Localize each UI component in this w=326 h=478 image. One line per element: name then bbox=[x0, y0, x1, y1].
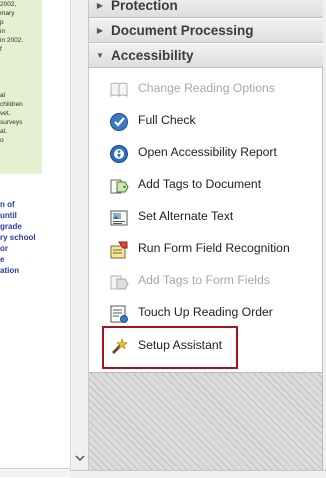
doc-text-line: al bbox=[0, 92, 6, 99]
doc-link-line[interactable]: ation bbox=[0, 265, 70, 276]
tool-touch-up-reading-order[interactable]: Touch Up Reading Order bbox=[89, 299, 323, 327]
form-field-icon bbox=[109, 240, 129, 260]
doc-link-line[interactable]: n of bbox=[0, 199, 70, 210]
tool-label: Change Reading Options bbox=[138, 81, 275, 95]
empty-panel-area bbox=[89, 372, 322, 471]
doc-text-line: o bbox=[0, 137, 4, 144]
doc-text-line: 2002, bbox=[0, 1, 17, 8]
doc-text-line: f bbox=[0, 46, 2, 53]
tools-panel: ▶ Protection ▶ Document Processing ▼ Acc… bbox=[89, 0, 323, 471]
check-shield-icon bbox=[109, 112, 129, 132]
accessibility-report-icon bbox=[109, 144, 129, 164]
doc-text-line: al. bbox=[0, 128, 7, 135]
tool-label: Set Alternate Text bbox=[138, 209, 234, 223]
tool-open-accessibility-report[interactable]: Open Accessibility Report bbox=[89, 139, 323, 167]
tool-set-alternate-text[interactable]: Set Alternate Text bbox=[89, 203, 323, 231]
chevron-down-icon: ▼ bbox=[96, 51, 104, 60]
doc-text-line: vet, bbox=[0, 110, 11, 117]
doc-text-line: surveys bbox=[0, 119, 23, 126]
highlight-box bbox=[102, 326, 238, 369]
tool-label: Run Form Field Recognition bbox=[138, 241, 290, 255]
section-header-accessibility[interactable]: ▼ Accessibility bbox=[89, 43, 323, 68]
tool-change-reading-options[interactable]: Change Reading Options bbox=[89, 75, 323, 103]
tool-full-check[interactable]: Full Check bbox=[89, 107, 323, 135]
tool-run-form-field-recognition[interactable]: Run Form Field Recognition bbox=[89, 235, 323, 263]
tool-label: Add Tags to Form Fields bbox=[138, 273, 270, 287]
form-tag-icon bbox=[109, 272, 129, 292]
chevron-right-icon: ▶ bbox=[96, 1, 104, 10]
tool-add-tags-to-form-fields[interactable]: Add Tags to Form Fields bbox=[89, 267, 323, 295]
doc-link-line[interactable]: grade bbox=[0, 221, 70, 232]
tool-label: Open Accessibility Report bbox=[138, 145, 277, 159]
section-header-document-processing[interactable]: ▶ Document Processing bbox=[89, 18, 323, 43]
doc-text-line: p bbox=[0, 19, 4, 26]
section-title: Accessibility bbox=[111, 48, 194, 63]
tool-add-tags-to-document[interactable]: Add Tags to Document bbox=[89, 171, 323, 199]
section-title: Protection bbox=[111, 0, 178, 13]
section-title: Document Processing bbox=[111, 23, 254, 38]
doc-text-line: mary bbox=[0, 10, 15, 17]
vertical-scrollbar[interactable] bbox=[70, 0, 89, 470]
tool-label: Touch Up Reading Order bbox=[138, 305, 273, 319]
book-icon bbox=[109, 80, 129, 100]
chevron-right-icon: ▶ bbox=[96, 26, 104, 35]
doc-footer-strip bbox=[0, 468, 70, 477]
doc-link-line[interactable]: until bbox=[0, 210, 70, 221]
doc-link-line[interactable]: e bbox=[0, 254, 70, 265]
doc-text-line: in bbox=[0, 28, 6, 35]
section-header-protection[interactable]: ▶ Protection bbox=[89, 0, 323, 18]
doc-text-line: in 2002. bbox=[0, 37, 24, 44]
doc-link-line[interactable]: or bbox=[0, 243, 70, 254]
document-view: 2002, mary p in in 2002. f al children v… bbox=[0, 0, 70, 477]
reading-order-icon bbox=[109, 304, 129, 324]
scroll-down-arrow-icon[interactable] bbox=[73, 452, 87, 466]
tool-label: Add Tags to Document bbox=[138, 177, 262, 191]
doc-text-line: children bbox=[0, 101, 23, 108]
tool-label: Full Check bbox=[138, 113, 196, 127]
doc-link-line[interactable]: ry school bbox=[0, 232, 70, 243]
image-text-icon bbox=[109, 208, 129, 228]
tag-icon bbox=[109, 176, 129, 196]
